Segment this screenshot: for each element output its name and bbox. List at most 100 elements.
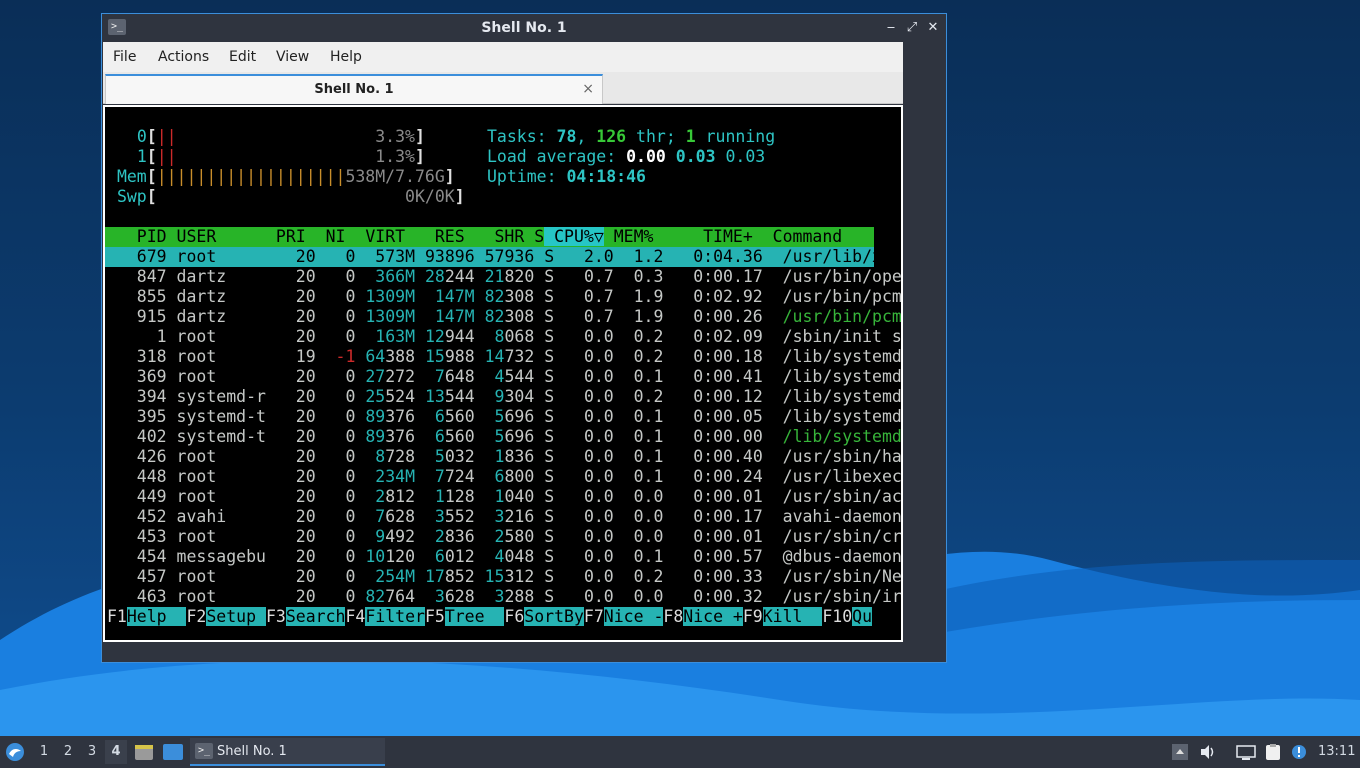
show-desktop-icon[interactable] — [162, 743, 184, 761]
cell-command: /usr/bin/pcm — [762, 307, 901, 326]
menu-view[interactable]: View — [266, 42, 319, 72]
fkey-label-f5[interactable]: Tree — [444, 607, 505, 626]
cell-pri: 20 — [275, 387, 316, 406]
terminal-output[interactable]: 0[|| 3.3%] 1[|| 1.3%] Mem[||||||||||||||… — [105, 107, 901, 640]
cell-res: 15988 — [424, 347, 475, 366]
column-header-virt[interactable]: VIRT — [345, 227, 405, 246]
table-row[interactable]: 847 dartz 20 0 366M 28244 21820 S 0.7 0.… — [107, 267, 901, 287]
clipboard-icon[interactable] — [1263, 743, 1283, 761]
fkey-f10: F10 — [822, 607, 853, 626]
column-header-pri[interactable]: PRI — [266, 227, 306, 246]
table-row-selected[interactable]: 679 root 20 0 573M 93896 57936 S 2.0 1.2… — [107, 247, 901, 267]
cell-shr: 21820 — [484, 267, 535, 286]
cell-time: 0:00.40 — [663, 447, 763, 466]
column-header-ni[interactable]: NI — [306, 227, 346, 246]
table-row[interactable]: 453 root 20 0 9492 2836 2580 S 0.0 0.0 0… — [107, 527, 901, 547]
column-header-res[interactable]: RES — [405, 227, 465, 246]
cell-mem: 0.0 — [613, 587, 664, 606]
window-titlebar[interactable]: >_ Shell No. 1 ‒ ⤢ ✕ — [102, 14, 946, 42]
cell-virt: 254M — [375, 567, 416, 586]
fkey-label-f2[interactable]: Setup — [206, 607, 266, 626]
fkey-label-f3[interactable]: Search — [285, 607, 346, 626]
workspace-4[interactable]: 4 — [105, 740, 127, 764]
table-row[interactable]: 452 avahi 20 0 7628 3552 3216 S 0.0 0.0 … — [107, 507, 901, 527]
table-row[interactable]: 1 root 20 0 163M 12944 8068 S 0.0 0.2 0:… — [107, 327, 901, 347]
cell-virt: 366M — [375, 267, 416, 286]
tab-shell-1[interactable]: Shell No. 1 × — [105, 74, 603, 104]
taskbar: 1 2 3 4 >_ Shell No. 1 13:11 — [0, 736, 1360, 768]
column-header-time+[interactable]: TIME+ — [653, 227, 753, 246]
fkey-label-f4[interactable]: Filter — [365, 607, 425, 626]
network-icon[interactable] — [1236, 743, 1256, 761]
fkey-label-f9[interactable]: Kill — [762, 607, 823, 626]
workspace-2[interactable]: 2 — [57, 740, 79, 764]
minimize-icon[interactable]: ‒ — [882, 18, 900, 38]
column-header-user[interactable]: USER — [167, 227, 266, 246]
cell-state: S — [534, 247, 555, 266]
tray-up-arrow-icon[interactable] — [1171, 743, 1189, 761]
cell-user: root — [166, 487, 276, 506]
column-header-s[interactable]: S — [524, 227, 544, 246]
cell-state: S — [534, 587, 555, 606]
menu-file[interactable]: File — [103, 42, 146, 72]
table-row[interactable]: 318 root 19 -1 64388 15988 14732 S 0.0 0… — [107, 347, 901, 367]
cell-mem: 1.9 — [613, 307, 664, 326]
cell-time: 0:00.32 — [663, 587, 763, 606]
cell-pri: 20 — [275, 547, 316, 566]
cell-cpu: 0.0 — [554, 447, 614, 466]
table-row[interactable]: 454 messagebu 20 0 10120 6012 4048 S 0.0… — [107, 547, 901, 567]
cell-ni: 0 — [315, 507, 356, 526]
menu-actions[interactable]: Actions — [148, 42, 219, 72]
cell-ni: 0 — [315, 407, 356, 426]
fkey-label-f10[interactable]: Qu — [852, 607, 873, 626]
cell-command: /usr/sbin/Ne — [762, 567, 901, 586]
table-row[interactable]: 369 root 20 0 27272 7648 4544 S 0.0 0.1 … — [107, 367, 901, 387]
cell-user: messagebu — [166, 547, 276, 566]
menu-edit[interactable]: Edit — [219, 42, 266, 72]
fkey-label-f8[interactable]: Nice + — [683, 607, 743, 626]
cell-shr: 82308 — [484, 287, 535, 306]
cell-ni: 0 — [315, 427, 356, 446]
cell-pid: 915 — [107, 307, 167, 326]
file-manager-icon[interactable] — [134, 743, 154, 761]
workspace-1[interactable]: 1 — [33, 740, 55, 764]
table-row[interactable]: 915 dartz 20 0 1309M 147M 82308 S 0.7 1.… — [107, 307, 901, 327]
start-menu-icon[interactable] — [4, 742, 26, 762]
table-row[interactable]: 394 systemd-r 20 0 25524 13544 9304 S 0.… — [107, 387, 901, 407]
fkey-label-f6[interactable]: SortBy — [524, 607, 584, 626]
table-row[interactable]: 855 dartz 20 0 1309M 147M 82308 S 0.7 1.… — [107, 287, 901, 307]
cell-pri: 20 — [275, 427, 316, 446]
table-row[interactable]: 449 root 20 0 2812 1128 1040 S 0.0 0.0 0… — [107, 487, 901, 507]
volume-icon[interactable] — [1199, 743, 1217, 761]
table-row[interactable]: 426 root 20 0 8728 5032 1836 S 0.0 0.1 0… — [107, 447, 901, 467]
tab-close-icon[interactable]: × — [582, 76, 594, 103]
cell-command: /usr/lib/xor — [762, 247, 901, 266]
column-header-mem[interactable]: MEM% — [604, 227, 654, 246]
table-row[interactable]: 402 systemd-t 20 0 89376 6560 5696 S 0.0… — [107, 427, 901, 447]
table-row[interactable]: 463 root 20 0 82764 3628 3288 S 0.0 0.0 … — [107, 587, 901, 607]
fkey-label-f7[interactable]: Nice - — [603, 607, 664, 626]
column-header-shr[interactable]: SHR — [465, 227, 524, 246]
workspace-3[interactable]: 3 — [81, 740, 103, 764]
cell-ni: 0 — [315, 527, 356, 546]
table-row[interactable]: 457 root 20 0 254M 17852 15312 S 0.0 0.2… — [107, 567, 901, 587]
table-row[interactable]: 448 root 20 0 234M 7724 6800 S 0.0 0.1 0… — [107, 467, 901, 487]
column-header-cpu[interactable]: CPU%▽ — [544, 227, 604, 246]
cell-command: @dbus-daemon — [762, 547, 901, 566]
column-header-command[interactable]: Command — [753, 227, 843, 246]
maximize-icon[interactable]: ⤢ — [903, 18, 921, 38]
menu-help[interactable]: Help — [320, 42, 372, 72]
clock[interactable]: 13:11 — [1318, 736, 1355, 768]
cell-res: 12944 — [424, 327, 475, 346]
close-icon[interactable]: ✕ — [924, 18, 942, 38]
column-header-pid[interactable]: PID — [107, 227, 167, 246]
fkey-label-f1[interactable]: Help — [126, 607, 187, 626]
load-5: 0.03 — [675, 147, 716, 166]
taskbar-task-shell[interactable]: >_ Shell No. 1 — [190, 738, 385, 766]
cell-shr: 6800 — [494, 467, 535, 486]
cell-time: 0:00.00 — [663, 427, 763, 446]
table-row[interactable]: 395 systemd-t 20 0 89376 6560 5696 S 0.0… — [107, 407, 901, 427]
process-table-header[interactable]: PID USER PRI NI VIRT RES SHR S CPU%▽ MEM… — [105, 227, 874, 247]
update-notifier-icon[interactable] — [1289, 743, 1309, 761]
fkey-f7: F7 — [583, 607, 604, 626]
